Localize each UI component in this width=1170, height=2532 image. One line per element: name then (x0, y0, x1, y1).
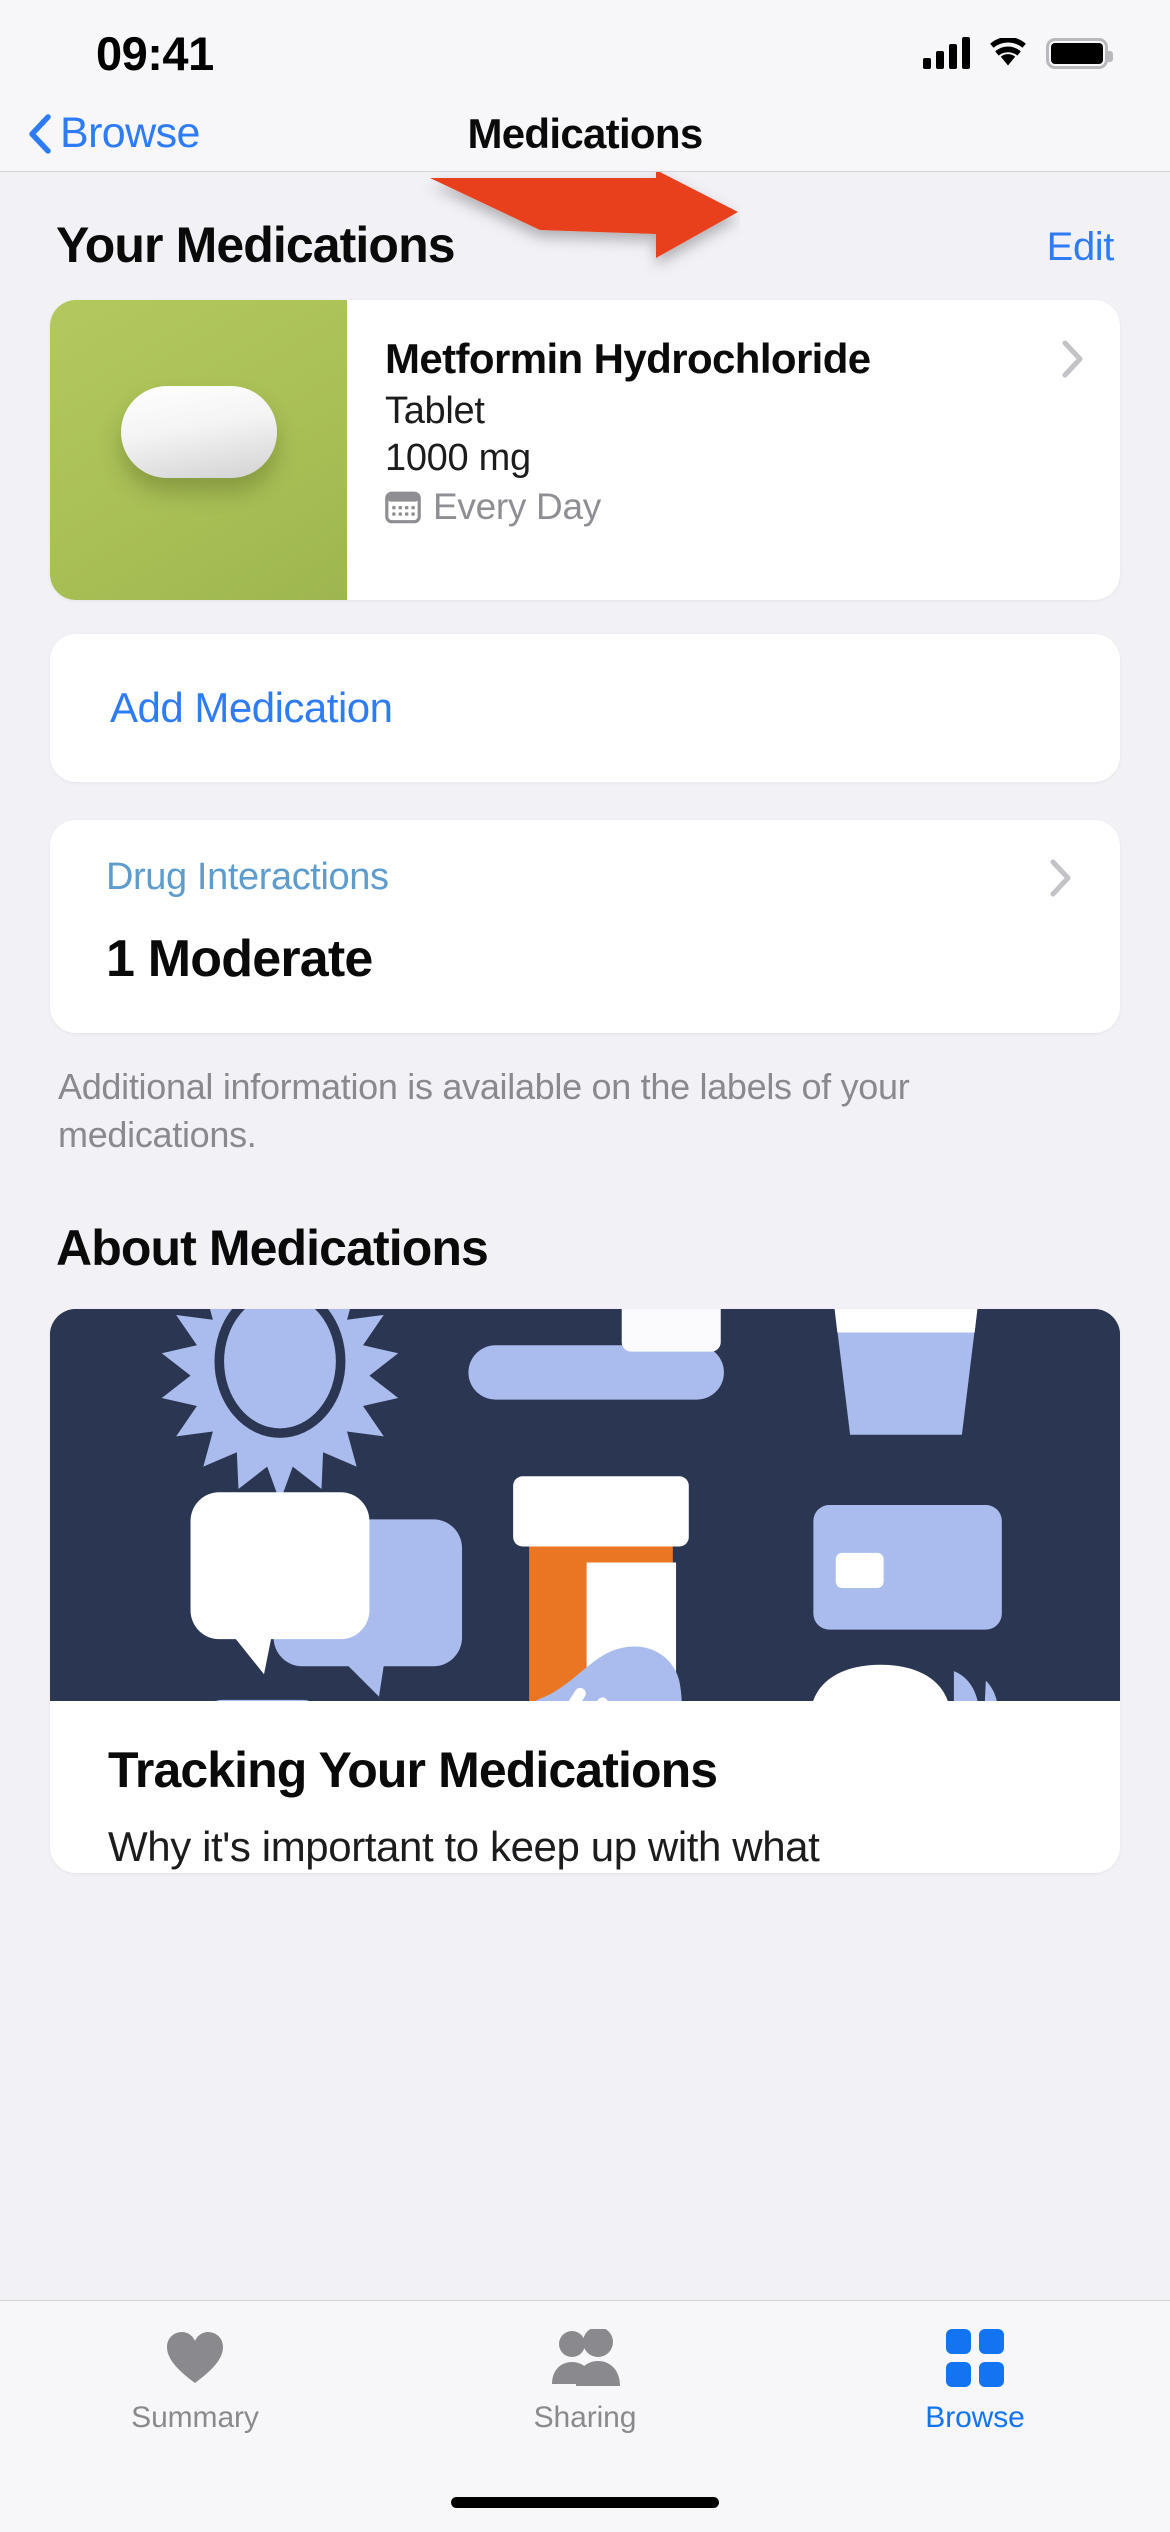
medication-thumbnail (50, 300, 347, 600)
your-medications-header: Your Medications Edit (0, 172, 1170, 274)
article-subtitle: Why it's important to keep up with what (108, 1822, 820, 1870)
medication-form: Tablet (385, 389, 485, 432)
back-button-label: Browse (60, 109, 200, 157)
wifi-icon (990, 38, 1026, 66)
medication-schedule-label: Every Day (433, 485, 601, 527)
medications-footnote: Additional information is available on t… (58, 1066, 910, 1155)
add-medication-label: Add Medication (110, 684, 393, 731)
heart-icon (164, 2327, 226, 2389)
about-medications-hero-illustration (50, 1308, 1120, 1701)
chevron-left-icon (29, 113, 51, 154)
hero-icon-grid (50, 1308, 1120, 1701)
chevron-right-icon (1062, 340, 1083, 378)
back-button[interactable]: Browse (26, 109, 200, 158)
drug-interactions-card[interactable]: Drug Interactions 1 Moderate (50, 820, 1120, 1033)
status-bar: 09:41 (0, 0, 1170, 96)
status-indicators (923, 37, 1113, 69)
article-title: Tracking Your Medications (108, 1741, 718, 1798)
medication-dose: 1000 mg (385, 436, 531, 479)
scroll-content[interactable]: Your Medications Edit Metformin Hydrochl… (0, 172, 1170, 2400)
status-time: 09:41 (96, 26, 214, 80)
tab-browse-label: Browse (925, 2401, 1025, 2434)
drug-interactions-title: Drug Interactions (106, 856, 389, 898)
add-medication-button[interactable]: Add Medication (50, 634, 1120, 782)
water-glass-icon (834, 1308, 978, 1435)
tab-sharing-label: Sharing (533, 2401, 637, 2434)
battery-full-icon (1046, 37, 1113, 69)
navigation-bar: Browse Medications (0, 96, 1170, 172)
home-indicator (451, 2497, 719, 2508)
drug-interactions-count: 1 Moderate (106, 930, 373, 988)
about-medications-card[interactable]: Tracking Your Medications Why it's impor… (50, 1308, 1120, 1874)
tab-summary[interactable]: Summary (0, 2327, 390, 2435)
signal-bars-icon (923, 37, 970, 69)
tab-sharing[interactable]: Sharing (390, 2327, 780, 2435)
add-medication-card: Add Medication (50, 634, 1120, 782)
tab-browse[interactable]: Browse (780, 2327, 1170, 2435)
calendar-icon (385, 491, 421, 523)
medication-schedule: Every Day (385, 486, 1062, 528)
medication-info: Metformin Hydrochloride Tablet 1000 mg E… (347, 300, 1062, 600)
chevron-right-icon (1050, 859, 1071, 896)
pill-tablet-icon (120, 386, 277, 478)
drug-interactions-header: Drug Interactions (50, 856, 1120, 899)
tab-bar: Summary Sharing Browse (0, 2300, 1170, 2532)
medications-card: Metformin Hydrochloride Tablet 1000 mg E… (50, 300, 1120, 600)
about-medications-title: About Medications (56, 1219, 489, 1276)
credit-card-icon (813, 1504, 1002, 1630)
edit-button[interactable]: Edit (1047, 225, 1115, 274)
tab-summary-label: Summary (131, 2401, 259, 2434)
people-icon (550, 2327, 620, 2389)
medication-name: Metformin Hydrochloride (385, 335, 871, 382)
grid-squares-icon (946, 2327, 1004, 2389)
your-medications-title: Your Medications (56, 217, 456, 273)
medication-row[interactable]: Metformin Hydrochloride Tablet 1000 mg E… (50, 300, 1120, 600)
about-medications-article: Tracking Your Medications Why it's impor… (50, 1701, 1120, 1874)
